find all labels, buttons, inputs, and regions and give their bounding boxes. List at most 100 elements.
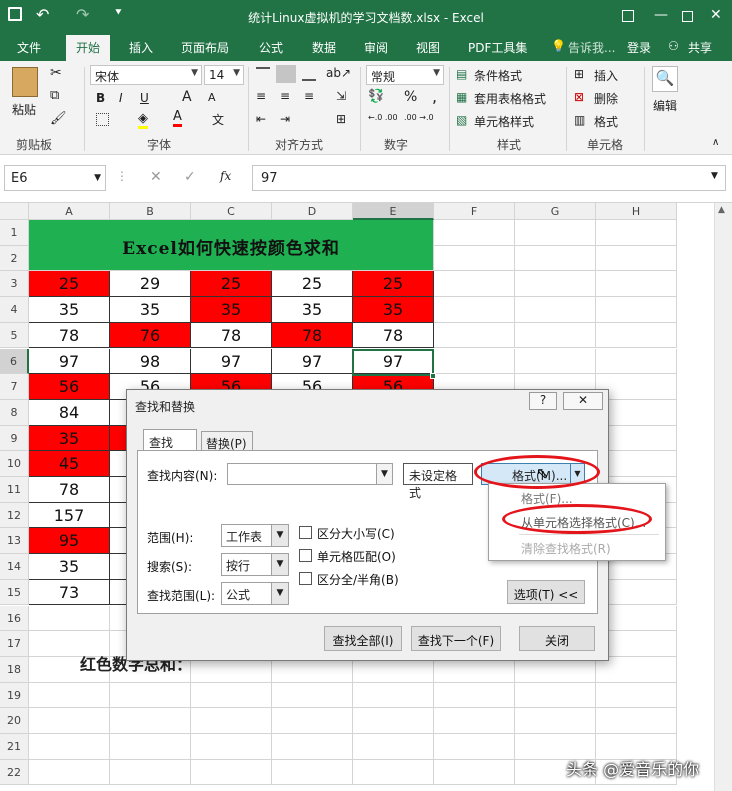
row-header[interactable]: 21 xyxy=(0,734,29,760)
font-grow-button[interactable]: A xyxy=(182,89,192,105)
currency-icon[interactable]: 💱 xyxy=(368,89,384,104)
tab-page-layout[interactable]: 页面布局 xyxy=(181,39,229,56)
decrease-indent-icon[interactable]: ⇤ xyxy=(256,112,266,126)
confirm-entry-icon[interactable]: ✓ xyxy=(184,169,196,185)
underline-button[interactable]: U xyxy=(140,91,149,105)
grid-cell[interactable]: 25 xyxy=(353,271,434,298)
row-header[interactable]: 11 xyxy=(0,477,29,503)
grid-cell[interactable]: 35 xyxy=(110,297,191,323)
formula-bar-menu-icon[interactable]: ⋮ xyxy=(116,169,128,183)
format-painter-icon[interactable]: 🖌 xyxy=(50,111,67,126)
chevron-down-icon[interactable]: ▼ xyxy=(376,464,392,484)
column-header-h[interactable]: H xyxy=(596,203,677,220)
grid-cell[interactable] xyxy=(29,708,110,734)
tab-file[interactable]: 文件 xyxy=(17,39,41,56)
italic-button[interactable]: I xyxy=(119,91,123,105)
tab-view[interactable]: 视图 xyxy=(416,39,440,56)
tab-replace[interactable]: 替换(P) xyxy=(201,431,253,451)
grid-cell[interactable] xyxy=(596,297,677,323)
grid-cell[interactable]: 98 xyxy=(110,348,191,375)
row-header[interactable]: 9 xyxy=(0,425,29,452)
share-button[interactable]: 共享 xyxy=(688,39,712,56)
grid-cell[interactable] xyxy=(110,734,191,760)
look-in-select[interactable]: 公式 ▼ xyxy=(221,582,289,605)
grid-cell[interactable]: 78 xyxy=(29,477,110,503)
wrap-text-icon[interactable]: ⇲ xyxy=(336,89,346,103)
grid-cell[interactable] xyxy=(596,322,677,349)
grid-cell[interactable] xyxy=(353,708,434,734)
row-header[interactable]: 14 xyxy=(0,554,29,580)
font-color-icon[interactable]: A xyxy=(173,109,182,127)
grid-cell[interactable] xyxy=(515,271,596,298)
grid-cell[interactable] xyxy=(515,682,596,709)
options-button[interactable]: 选项(T) << xyxy=(507,580,585,604)
align-middle-icon[interactable] xyxy=(276,65,296,83)
row-header[interactable]: 1 xyxy=(0,220,29,246)
row-header[interactable]: 3 xyxy=(0,271,29,298)
grid-cell[interactable]: 35 xyxy=(353,297,434,323)
tab-insert[interactable]: 插入 xyxy=(129,39,153,56)
grid-cell[interactable]: 78 xyxy=(353,322,434,349)
row-header[interactable]: 7 xyxy=(0,374,29,400)
collapse-ribbon-icon[interactable]: ∧ xyxy=(712,137,719,148)
grid-cell[interactable] xyxy=(515,220,596,246)
decrease-decimal-button[interactable]: .00 →.0 xyxy=(404,113,434,122)
grid-cell[interactable] xyxy=(434,708,515,734)
grid-cell[interactable]: 95 xyxy=(29,528,110,555)
grid-cell[interactable]: 78 xyxy=(272,322,353,349)
font-name-combo[interactable]: 宋体 ▼ xyxy=(90,65,202,85)
row-header[interactable]: 18 xyxy=(0,656,29,683)
paste-button[interactable]: 粘贴 xyxy=(12,101,36,118)
match-case-checkbox[interactable] xyxy=(299,526,312,539)
row-header[interactable]: 6 xyxy=(0,348,29,375)
cancel-entry-icon[interactable]: ✕ xyxy=(150,169,162,185)
grid-cell[interactable] xyxy=(434,734,515,760)
find-next-button[interactable]: 查找下一个(F) xyxy=(411,626,501,651)
row-header[interactable]: 19 xyxy=(0,682,29,709)
sheet-title-cell[interactable]: Excel如何快速按颜色求和 xyxy=(29,220,434,271)
dialog-close-button[interactable]: ✕ xyxy=(563,392,603,410)
row-header[interactable]: 20 xyxy=(0,708,29,734)
row-header[interactable]: 4 xyxy=(0,297,29,323)
grid-cell[interactable] xyxy=(434,348,515,375)
name-box[interactable]: E6 ▼ xyxy=(4,165,106,191)
grid-cell[interactable] xyxy=(596,220,677,246)
minimize-icon[interactable]: — xyxy=(654,7,668,23)
grid-cell[interactable]: 76 xyxy=(110,322,191,349)
grid-cell[interactable]: 97 xyxy=(272,348,353,375)
tab-find[interactable]: 查找(D) xyxy=(143,429,197,465)
grid-cell[interactable]: 78 xyxy=(191,322,272,349)
select-all-corner[interactable] xyxy=(0,203,29,220)
row-header[interactable]: 22 xyxy=(0,759,29,786)
row-header[interactable]: 13 xyxy=(0,528,29,555)
grid-cell[interactable] xyxy=(29,734,110,760)
row-header[interactable]: 8 xyxy=(0,399,29,426)
vertical-scrollbar[interactable] xyxy=(714,203,732,791)
tab-home[interactable]: 开始 xyxy=(66,35,111,61)
row-header[interactable]: 16 xyxy=(0,605,29,632)
search-select[interactable]: 按行 ▼ xyxy=(221,553,289,576)
merge-center-icon[interactable]: ⊞ xyxy=(336,112,346,126)
increase-decimal-button[interactable]: ←.0 .00 xyxy=(368,113,398,122)
scope-select[interactable]: 工作表 ▼ xyxy=(221,524,289,547)
match-width-checkbox[interactable] xyxy=(299,572,312,585)
column-header-g[interactable]: G xyxy=(515,203,596,220)
fill-color-icon[interactable]: ◈ xyxy=(138,111,148,129)
grid-cell[interactable]: 157 xyxy=(29,502,110,529)
row-header[interactable]: 5 xyxy=(0,322,29,349)
grid-cell[interactable] xyxy=(191,759,272,786)
align-bottom-icon[interactable] xyxy=(302,67,316,81)
orientation-icon[interactable]: ab↗ xyxy=(326,66,351,80)
column-header-a[interactable]: A xyxy=(29,203,110,220)
grid-cell[interactable]: 56 xyxy=(29,374,110,400)
help-button[interactable]: ? xyxy=(529,392,557,410)
grid-cell[interactable]: 35 xyxy=(191,297,272,323)
grid-cell[interactable] xyxy=(515,322,596,349)
grid-cell[interactable] xyxy=(434,220,515,246)
maximize-icon[interactable] xyxy=(682,11,693,22)
conditional-format-button[interactable]: 条件格式 xyxy=(474,67,522,84)
grid-cell[interactable]: 73 xyxy=(29,579,110,606)
column-header-c[interactable]: C xyxy=(191,203,272,220)
bold-button[interactable]: B xyxy=(96,91,105,105)
increase-indent-icon[interactable]: ⇥ xyxy=(280,112,290,126)
